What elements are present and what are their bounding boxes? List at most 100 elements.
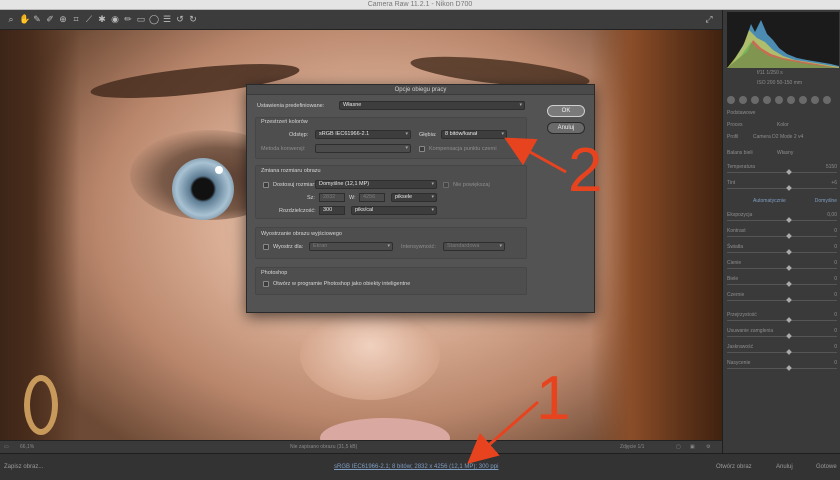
spot-removal-icon[interactable]: ✱ [97, 14, 107, 24]
slider-vibrance[interactable]: Jaskrawość 0 [727, 344, 837, 355]
photo-iris [172, 158, 234, 220]
radial-filter-icon[interactable]: ◯ [149, 14, 159, 24]
slider-clarity[interactable]: Przejrzystość 0 [727, 312, 837, 323]
chevron-down-icon: ▾ [387, 243, 390, 249]
rotate-right-icon[interactable]: ↻ [188, 14, 198, 24]
annotation-number-2: 2 [568, 136, 603, 205]
fullscreen-icon[interactable]: ⤢ [704, 14, 714, 24]
no-enlarge-label: Nie powiększaj [453, 182, 490, 188]
auto-default-row[interactable]: Automatycznie Domyślne [727, 198, 837, 208]
done-button[interactable]: Gotowe [816, 464, 837, 470]
profile-row[interactable]: Profil Camera D2 Mode 2 v4 [727, 134, 837, 144]
workflow-options-link[interactable]: sRGB IEC61966-2.1; 8 bitów; 2832 x 4256 … [334, 464, 498, 470]
chevron-down-icon: ▾ [499, 243, 502, 249]
sharpen-select[interactable]: Ekran ▾ [309, 242, 393, 251]
slider-exposure[interactable]: Ekspozycja 0,00 [727, 212, 837, 223]
slider-temperature[interactable]: Temperatura 5150 [727, 164, 837, 175]
chevron-down-icon: ▾ [431, 207, 434, 213]
sharpen-checkbox[interactable] [263, 244, 269, 250]
chevron-down-icon: ▾ [431, 181, 434, 187]
resize-select[interactable]: Domyślne (12,1 MP) ▾ [315, 180, 437, 189]
resize-checkbox[interactable] [263, 182, 269, 188]
chevron-down-icon: ▾ [501, 131, 504, 137]
resize-label: Dostosuj rozmiar: [273, 182, 316, 188]
hand-icon[interactable]: ✋ [19, 14, 30, 24]
process-row[interactable]: Proces Kolor [727, 122, 837, 132]
slider-tint[interactable]: Tint +6 [727, 180, 837, 191]
white-balance-row[interactable]: Balans bieli Własny [727, 150, 837, 160]
white-balance-icon[interactable]: ✎ [32, 14, 42, 24]
chevron-down-icon: ▾ [431, 194, 434, 200]
photo-lips [320, 418, 450, 440]
slider-highlights[interactable]: Światła 0 [727, 244, 837, 255]
rotate-left-icon[interactable]: ↺ [175, 14, 185, 24]
bit-depth-select[interactable]: 8 bitów/kanał ▾ [441, 130, 507, 139]
zoom-level[interactable]: 66,1% [20, 444, 34, 450]
color-space-select[interactable]: sRGB IEC61966-2.1 ▾ [315, 130, 411, 139]
preview-status-bar: ▭ 66,1% Nie zapisano obrazu (31,5 kB) Zd… [0, 440, 722, 453]
intent-select[interactable]: ▾ [315, 144, 411, 153]
annotation-number-1: 1 [536, 364, 571, 433]
size-unit-select[interactable]: piksele ▾ [391, 193, 437, 202]
settings-icon[interactable]: ⚙ [706, 444, 710, 450]
no-enlarge-checkbox[interactable] [443, 182, 449, 188]
tab-split-toning[interactable] [775, 96, 783, 104]
chevron-down-icon: ▾ [405, 145, 408, 151]
tab-presets[interactable] [823, 96, 831, 104]
zoom-icon[interactable]: ⌕ [6, 14, 16, 24]
tab-basic[interactable] [727, 96, 735, 104]
tab-effects[interactable] [799, 96, 807, 104]
intent-label: Metoda konwersji: [261, 146, 306, 152]
color-sampler-icon[interactable]: ✐ [45, 14, 55, 24]
slider-shadows[interactable]: Cienie 0 [727, 260, 837, 271]
width-input[interactable]: 2832 [319, 193, 345, 202]
space-label: Odstęp: [289, 132, 309, 138]
smart-object-label: Otwórz w programie Photoshop jako obiekt… [273, 281, 411, 287]
color-space-section-title: Przestrzeń kolorów [261, 119, 308, 125]
height-input[interactable]: 4256 [359, 193, 385, 202]
resolution-unit-select[interactable]: piks/cal ▾ [351, 206, 437, 215]
photo-eye-glint [215, 166, 223, 174]
slider-saturation[interactable]: Nasycenie 0 [727, 360, 837, 371]
panel-section-title: Podstawowe [727, 110, 756, 116]
slider-contrast[interactable]: Kontrast 0 [727, 228, 837, 239]
red-eye-icon[interactable]: ◉ [110, 14, 120, 24]
target-adjust-icon[interactable]: ⊕ [58, 14, 68, 24]
slider-dehaze[interactable]: Usuwanie zamglenia 0 [727, 328, 837, 339]
compare-view-icon[interactable]: ▣ [690, 444, 695, 450]
height-label: W: [349, 195, 356, 201]
zoom-minus-icon[interactable]: ▭ [4, 444, 9, 450]
tab-tone-curve[interactable] [739, 96, 747, 104]
smart-object-checkbox[interactable] [263, 281, 269, 287]
camera-readout-top: f/11 1/250 s [757, 70, 783, 76]
photo-nose [300, 310, 440, 400]
preset-select[interactable]: Własne ▾ [339, 101, 525, 110]
resolution-label: Rozdzielczość: [279, 208, 316, 214]
workflow-options-dialog: Opcje obiegu pracy Ustawienia predefinio… [246, 84, 595, 313]
tab-detail[interactable] [751, 96, 759, 104]
tab-hsl[interactable] [763, 96, 771, 104]
tab-lens[interactable] [787, 96, 795, 104]
histogram [727, 12, 839, 68]
tab-calibration[interactable] [811, 96, 819, 104]
dialog-cancel-button[interactable]: Anuluj [547, 122, 585, 134]
straighten-icon[interactable]: ⟋ [84, 14, 94, 24]
blackpoint-checkbox[interactable] [419, 146, 425, 152]
view-toggle-icon[interactable]: ▢ [676, 444, 681, 450]
graduated-filter-icon[interactable]: ▭ [136, 14, 146, 24]
preferences-icon[interactable]: ☰ [162, 14, 172, 24]
amount-select[interactable]: Standardowa ▾ [443, 242, 505, 251]
resolution-input[interactable]: 300 [319, 206, 345, 215]
slider-whites[interactable]: Biele 0 [727, 276, 837, 287]
panel-tabs [727, 94, 837, 106]
slider-blacks[interactable]: Czernie 0 [727, 292, 837, 303]
sharpen-label: Wyostrz dla: [273, 244, 304, 250]
cancel-button[interactable]: Anuluj [776, 464, 793, 470]
open-image-button[interactable]: Otwórz obraz [716, 464, 752, 470]
resize-section-title: Zmiana rozmiaru obrazu [261, 168, 321, 174]
adjustment-brush-icon[interactable]: ✏ [123, 14, 133, 24]
ok-button[interactable]: OK [547, 105, 585, 117]
right-panel: f/11 1/250 s ISO 200 50-150 mm Podstawow… [722, 10, 840, 453]
crop-icon[interactable]: ⌗ [71, 14, 81, 24]
save-image-button[interactable]: Zapisz obraz... [4, 464, 43, 470]
